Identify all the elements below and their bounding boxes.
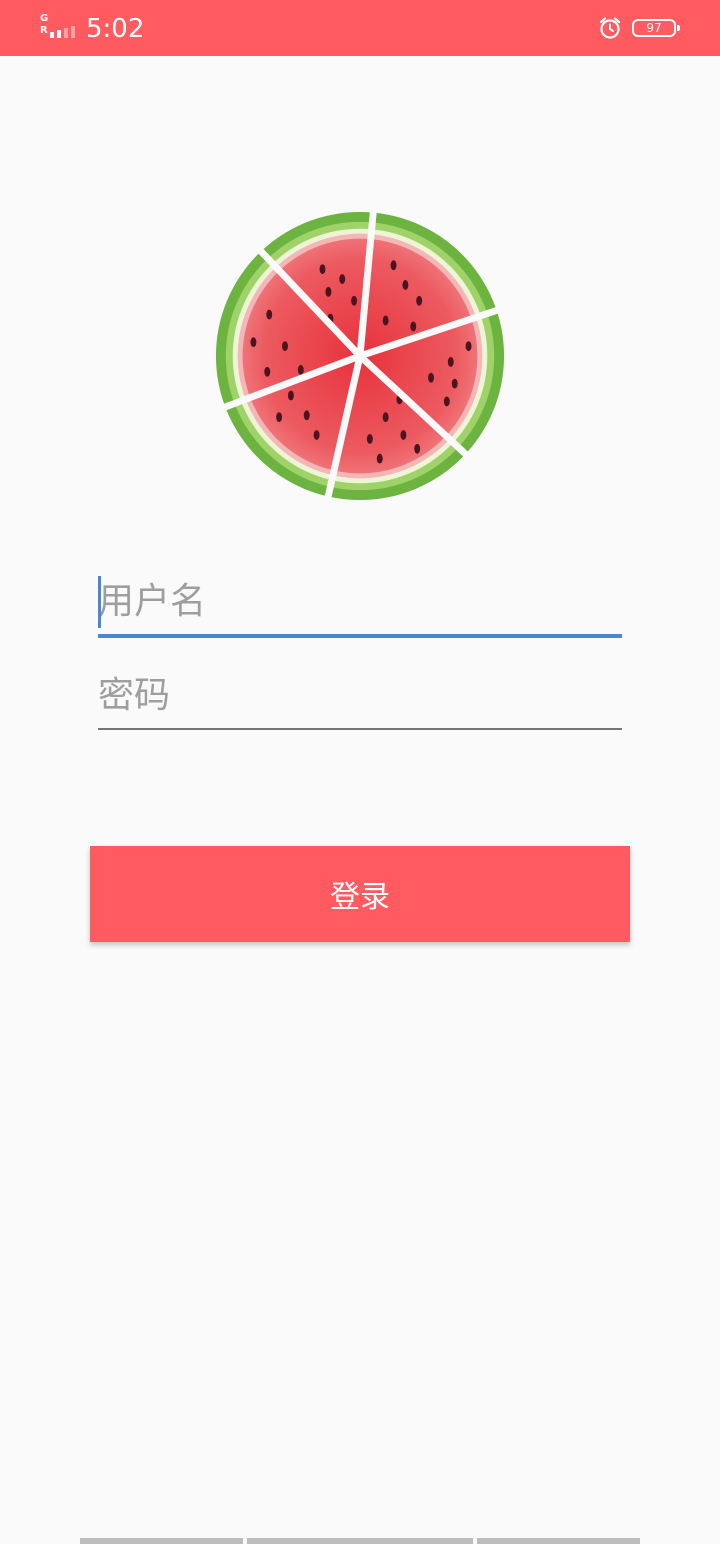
- nav-bar-right[interactable]: [477, 1538, 640, 1544]
- nav-bar-home[interactable]: [247, 1538, 473, 1544]
- battery-icon: 97: [632, 19, 680, 37]
- watermelon-icon: [212, 208, 505, 504]
- username-input[interactable]: [98, 574, 622, 634]
- nav-bar-left[interactable]: [80, 1538, 243, 1544]
- signal-strength-icon: G R: [40, 14, 80, 42]
- network-r-label: R: [40, 25, 48, 36]
- alarm-clock-icon: [598, 16, 622, 40]
- password-input[interactable]: [98, 668, 622, 728]
- username-field[interactable]: [98, 574, 622, 638]
- network-g-label: G: [40, 13, 49, 24]
- login-button[interactable]: 登录: [90, 846, 630, 942]
- status-time: 5:02: [86, 14, 145, 44]
- text-cursor: [98, 576, 101, 628]
- password-field[interactable]: [98, 668, 622, 730]
- battery-level: 97: [646, 21, 662, 35]
- status-bar: G R 5:02 97: [0, 0, 720, 56]
